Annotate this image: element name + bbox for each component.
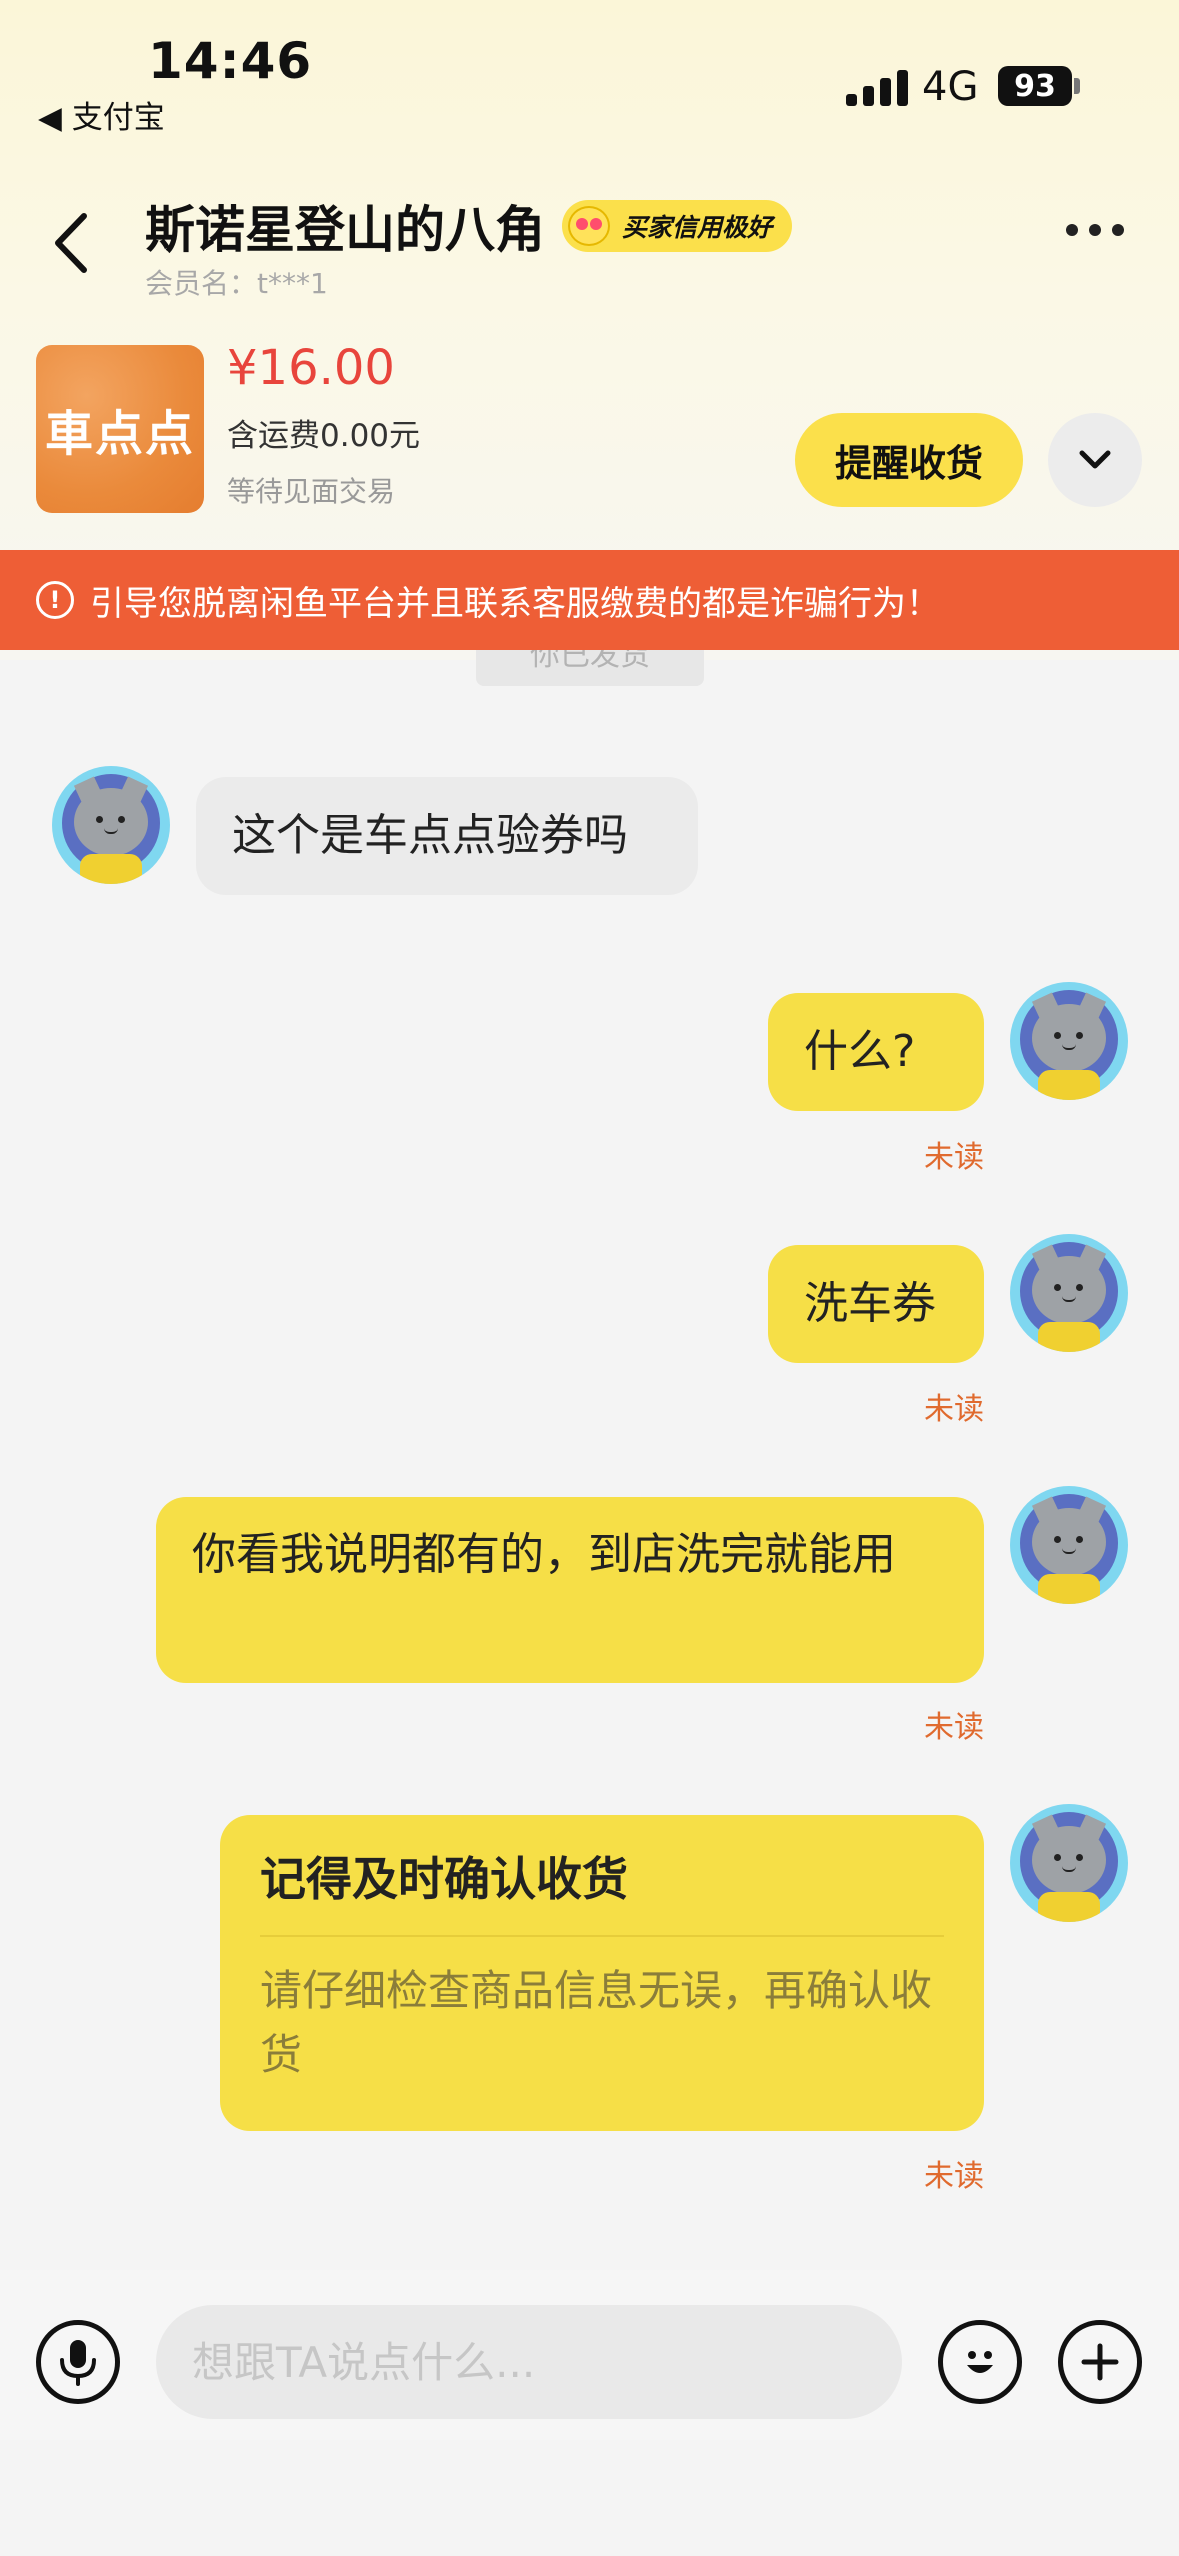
warning-icon: ! — [36, 581, 74, 619]
message-input[interactable] — [156, 2305, 902, 2419]
signal-icon — [846, 70, 908, 106]
avatar[interactable] — [52, 766, 170, 884]
emoji-button[interactable] — [938, 2320, 1022, 2404]
battery-icon: 93 — [998, 66, 1072, 106]
network-type: 4G — [922, 64, 979, 110]
expand-button[interactable] — [1048, 413, 1142, 507]
voice-button[interactable] — [36, 2320, 120, 2404]
fraud-warning-text: 引导您脱离闲鱼平台并且联系客服缴费的都是诈骗行为！ — [90, 583, 940, 624]
unread-status: 未读 — [924, 1392, 984, 1427]
plus-icon — [1081, 2343, 1119, 2381]
credit-badge-label: 买家信用极好 — [622, 213, 773, 242]
card-divider — [260, 1935, 944, 1937]
mic-icon — [60, 2340, 96, 2386]
back-icon — [55, 213, 87, 273]
avatar[interactable] — [1010, 1234, 1128, 1352]
deal-status: 等待见面交易 — [227, 475, 396, 508]
back-button[interactable] — [48, 208, 98, 278]
message-bubble-outgoing[interactable]: 洗车券 — [768, 1245, 984, 1363]
emoji-icon — [967, 2351, 993, 2373]
more-button[interactable] — [1066, 224, 1124, 236]
card-title: 记得及时确认收货 — [260, 1852, 628, 1906]
fraud-warning-banner: ! 引导您脱离闲鱼平台并且联系客服缴费的都是诈骗行为！ — [0, 550, 1179, 650]
add-button[interactable] — [1058, 2320, 1142, 2404]
message-bubble-outgoing[interactable]: 什么? — [768, 993, 984, 1111]
message-bubble-incoming[interactable]: 这个是车点点验券吗 — [196, 777, 698, 895]
card-body: 请仔细检查商品信息无误，再确认收货 — [260, 1966, 933, 2079]
avatar[interactable] — [1010, 982, 1128, 1100]
chat-title[interactable]: 斯诺星登山的八角 — [145, 190, 545, 262]
remind-receipt-button[interactable]: 提醒收货 — [795, 413, 1023, 507]
chevron-down-icon — [1079, 450, 1111, 469]
more-icon — [1066, 224, 1078, 236]
unread-status: 未读 — [924, 1710, 984, 1745]
unread-status: 未读 — [924, 2159, 984, 2194]
badge-face-icon — [568, 206, 610, 246]
status-time: 14:46 — [148, 32, 313, 90]
avatar[interactable] — [1010, 1804, 1128, 1922]
message-bubble-outgoing[interactable]: 你看我说明都有的，到店洗完就能用 — [156, 1497, 984, 1683]
back-to-app-link[interactable]: ◀ 支付宝 — [38, 92, 165, 137]
confirm-receipt-card[interactable]: 记得及时确认收货 请仔细检查商品信息无误，再确认收货 — [220, 1815, 984, 2131]
shipping-fee: 含运费0.00元 — [227, 418, 421, 454]
product-image-logo: 車点点 — [44, 406, 195, 462]
credit-badge[interactable]: 买家信用极好 — [562, 200, 793, 252]
unread-status: 未读 — [924, 1140, 984, 1175]
battery-tip — [1074, 78, 1080, 94]
product-price: ¥16.00 — [227, 340, 395, 396]
member-name: 会员名：t***1 — [145, 267, 328, 300]
avatar[interactable] — [1010, 1486, 1128, 1604]
product-image[interactable]: 車点点 — [36, 345, 204, 513]
